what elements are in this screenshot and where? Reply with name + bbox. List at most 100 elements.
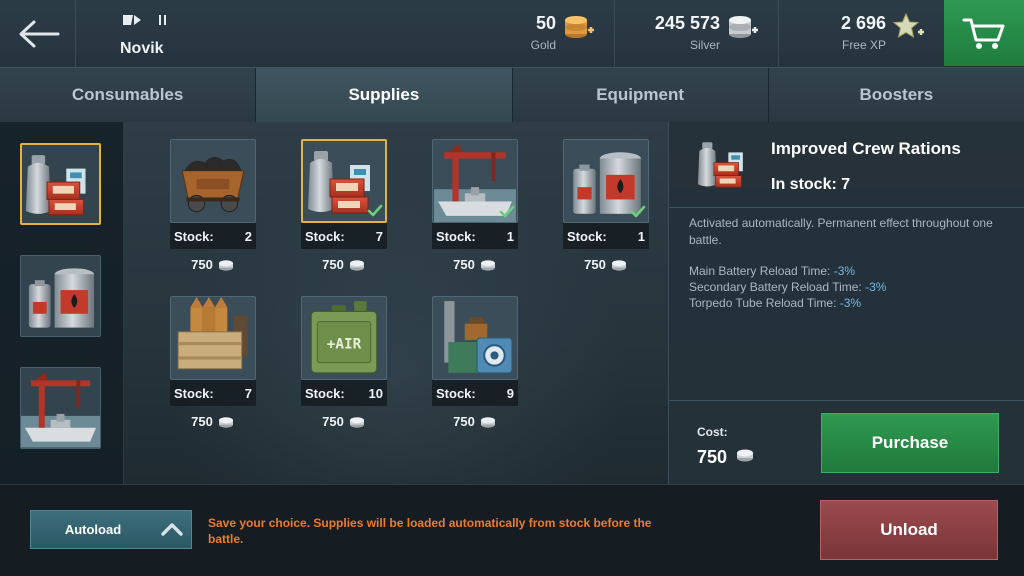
stock-bar: Stock: 10 (301, 380, 387, 406)
stock-bar: Stock: 1 (563, 223, 649, 249)
price-value: 750 (191, 414, 213, 429)
bottom-bar: Autoload Save your choice. Supplies will… (0, 484, 1024, 576)
details-title: Improved Crew Rations (771, 139, 961, 158)
price: 750 (301, 414, 387, 429)
details-description: Activated automatically. Permanent effec… (689, 216, 993, 247)
back-button[interactable] (0, 0, 76, 68)
silver-coin-icon (479, 258, 497, 272)
unload-button[interactable]: Unload (820, 500, 998, 560)
stock-label: Stock: (174, 385, 214, 401)
price: 750 (432, 257, 518, 272)
fuel-tanks-icon (21, 256, 100, 336)
stock-label: Stock: (174, 228, 214, 244)
equipped-slot-2[interactable] (20, 255, 101, 337)
price: 750 (432, 414, 518, 429)
crane-ship-icon (21, 368, 100, 448)
tab-consumables[interactable]: Consumables (0, 68, 257, 122)
stock-bar: Stock: 1 (432, 223, 518, 249)
supply-card-machinery[interactable]: Stock: 9 750 (432, 296, 518, 429)
autoload-notice: Save your choice. Supplies will be loade… (208, 516, 652, 546)
supply-card-ammo[interactable]: Stock: 7 750 (170, 296, 256, 429)
effect-label: Torpedo Tube Reload Time: (689, 296, 840, 310)
autoload-toggle[interactable]: Autoload (30, 510, 192, 549)
crew-rations-icon (695, 134, 753, 194)
stock-label: Stock: (436, 385, 476, 401)
supply-card-coal[interactable]: Stock: 2 750 (170, 139, 256, 272)
silver-coin-icon (610, 258, 628, 272)
coal-cart-icon (171, 140, 255, 222)
effect-row: Torpedo Tube Reload Time: -3% (689, 295, 886, 311)
silver-balance[interactable]: 245 573 Silver (614, 0, 778, 68)
silver-coin-icon (348, 258, 366, 272)
supply-card-air-jerrycan[interactable]: Stock: 10 750 (301, 296, 387, 429)
details-panel: Improved Crew Rations In stock: 7 Activa… (668, 122, 1024, 484)
supply-thumb (432, 139, 518, 223)
supply-thumb (301, 139, 387, 223)
machinery-icon (433, 297, 517, 379)
cost-value: 750 (697, 447, 728, 467)
effect-row: Secondary Battery Reload Time: -3% (689, 279, 886, 295)
price-value: 750 (453, 414, 475, 429)
gold-coins-icon (565, 16, 594, 38)
cost-label: Cost: (697, 425, 728, 439)
tier-icon (159, 15, 166, 25)
category-tabs: Consumables Supplies Equipment Boosters (0, 68, 1024, 122)
price-value: 750 (322, 257, 344, 272)
crew-rations-icon (22, 145, 99, 223)
stock-count: 2 (244, 228, 252, 244)
supply-thumb (563, 139, 649, 223)
silver-label: Silver (689, 38, 720, 52)
free-xp-amount: 2 696 (840, 13, 886, 33)
stock-bar: Stock: 2 (170, 223, 256, 249)
free-xp-star-icon (892, 12, 924, 39)
check-icon (367, 203, 383, 219)
price: 750 (301, 257, 387, 272)
stock-count: 7 (375, 228, 383, 244)
price-value: 750 (453, 257, 475, 272)
tab-equipment[interactable]: Equipment (512, 68, 769, 122)
stock-label: Stock: (305, 228, 345, 244)
effects-list: Main Battery Reload Time: -3% Secondary … (689, 263, 886, 311)
flag-icon (123, 15, 141, 25)
supply-card-crane-ship[interactable]: Stock: 1 750 (432, 139, 518, 272)
ammo-crate-icon (171, 297, 255, 379)
equipped-slot-1[interactable] (20, 143, 101, 225)
stock-count: 7 (244, 385, 252, 401)
equipped-slot-3[interactable] (20, 367, 101, 449)
effect-value: -3% (833, 264, 856, 278)
shopping-cart-icon (962, 18, 1005, 49)
ship-info[interactable]: Novik (104, 8, 304, 60)
supply-thumb (170, 139, 256, 223)
check-icon (499, 204, 515, 220)
tab-boosters[interactable]: Boosters (768, 68, 1024, 122)
price: 750 (170, 414, 256, 429)
stock-label: Stock: (567, 228, 607, 244)
purchase-button[interactable]: Purchase (821, 413, 999, 473)
free-xp-label: Free XP (841, 38, 886, 52)
price: 750 (563, 257, 649, 272)
back-arrow-icon (19, 20, 59, 48)
silver-coin-icon (217, 415, 235, 429)
price-value: 750 (322, 414, 344, 429)
price-value: 750 (584, 257, 606, 272)
shop-button[interactable] (944, 0, 1024, 66)
tab-supplies[interactable]: Supplies (256, 68, 513, 122)
purchase-area: Cost: 750 Purchase (669, 400, 1024, 484)
details-stock: In stock: 7 (771, 176, 851, 193)
free-xp-balance[interactable]: 2 696 Free XP (778, 0, 944, 68)
stock-bar: Stock: 9 (432, 380, 518, 406)
gold-balance[interactable]: 50 Gold (458, 0, 614, 68)
stock-bar: Stock: 7 (301, 223, 387, 249)
stock-count: 1 (506, 228, 514, 244)
price: 750 (170, 257, 256, 272)
stock-bar: Stock: 7 (170, 380, 256, 406)
supply-card-crew-rations[interactable]: Stock: 7 750 (301, 139, 387, 272)
supply-thumb (301, 296, 387, 380)
supply-card-fuel-tanks[interactable]: Stock: 1 750 (563, 139, 649, 272)
stock-count: 1 (637, 228, 645, 244)
silver-coin-icon (348, 415, 366, 429)
details-header: Improved Crew Rations In stock: 7 (669, 122, 1024, 208)
equipped-slots (0, 122, 124, 484)
silver-coin-icon (735, 446, 755, 464)
supply-thumb (170, 296, 256, 380)
